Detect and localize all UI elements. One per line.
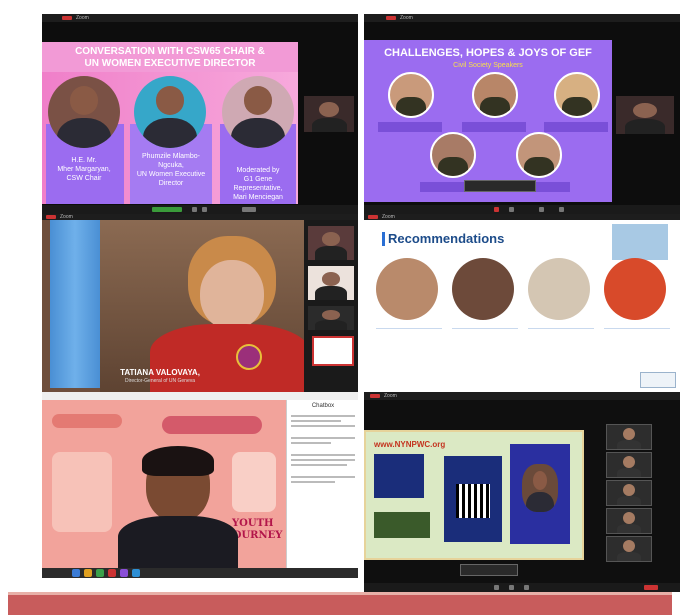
gallery-tile-5[interactable] bbox=[606, 536, 652, 562]
screen-share-indicator[interactable] bbox=[640, 372, 676, 388]
speaker-label-2 bbox=[462, 122, 526, 132]
gallery-thumb-3[interactable] bbox=[308, 306, 354, 330]
share-notice bbox=[464, 180, 536, 192]
zoom-controls-bar bbox=[364, 583, 680, 592]
dock-icon[interactable] bbox=[120, 569, 128, 577]
chat-line bbox=[291, 464, 347, 466]
map-node-left bbox=[52, 452, 112, 532]
gallery-thumb-1[interactable] bbox=[308, 226, 354, 260]
heading-accent bbox=[382, 232, 385, 246]
chat-line bbox=[291, 459, 355, 461]
nynpwc-url: www.NYNPWC.org bbox=[374, 440, 446, 449]
rec-image-1 bbox=[376, 258, 438, 320]
zoom-top-bar: Zoom bbox=[364, 14, 680, 22]
dock-icon[interactable] bbox=[84, 569, 92, 577]
speaker-photo-4 bbox=[430, 132, 476, 178]
tile-youth-journey: YOUTH JOURNEY Chatbox bbox=[42, 392, 358, 578]
speaker3-photo bbox=[222, 76, 294, 148]
qr-code bbox=[456, 484, 490, 518]
tile-conversation-panel: Zoom CONVERSATION WITH CSW65 CHAIR & UN … bbox=[42, 14, 358, 214]
chat-panel[interactable]: Chatbox bbox=[286, 400, 358, 568]
zoom-controls-bar bbox=[42, 205, 358, 214]
presenter-hair bbox=[142, 446, 214, 476]
speaker-photo-5 bbox=[516, 132, 562, 178]
participant-thumbnail[interactable] bbox=[616, 96, 674, 134]
slide-title-line2: UN WOMEN EXECUTIVE DIRECTOR bbox=[84, 58, 256, 69]
rec-image-3 bbox=[528, 258, 590, 320]
tile-nynpwc: Zoom www.NYNPWC.org bbox=[364, 392, 680, 592]
gallery-tile-4[interactable] bbox=[606, 508, 652, 534]
slide2-subtitle: Civil Society Speakers bbox=[453, 62, 523, 69]
dock-icon[interactable] bbox=[108, 569, 116, 577]
flyer-left bbox=[374, 454, 424, 498]
chat-line bbox=[291, 454, 355, 456]
zoom-top-bar: Zoom bbox=[364, 214, 680, 220]
speaker-photo-2 bbox=[472, 72, 518, 118]
speaker1-photo bbox=[48, 76, 120, 148]
presenter-body bbox=[118, 516, 238, 568]
un-flag bbox=[50, 220, 100, 388]
rec-image-2 bbox=[452, 258, 514, 320]
speaker2-photo bbox=[134, 76, 206, 148]
thumb-top-right[interactable] bbox=[612, 224, 668, 260]
speaker2-caption: Phumzile Mlambo- Ngcuka, UN Women Execut… bbox=[136, 153, 206, 187]
mac-dock bbox=[42, 568, 358, 578]
tile-speaker-video: Zoom TATIANA VALOVAYA, Director-General … bbox=[42, 214, 358, 392]
rec-text-4 bbox=[604, 328, 670, 353]
youth-journey-sign-1: YOUTH bbox=[232, 518, 274, 529]
speaker-photo-1 bbox=[388, 72, 434, 118]
map-band-mid bbox=[162, 416, 262, 434]
rec-image-4 bbox=[604, 258, 666, 320]
slide-challenges: CHALLENGES, HOPES & JOYS OF GEF Civil So… bbox=[364, 40, 612, 202]
gallery-tile-3[interactable] bbox=[606, 480, 652, 506]
map-node-right bbox=[232, 452, 276, 512]
flyer-portrait bbox=[522, 464, 558, 512]
speaker-label-3 bbox=[544, 122, 608, 132]
speaker3-caption: Moderated by G1 Gene Representative, Mar… bbox=[233, 167, 283, 201]
speaker-label-1 bbox=[378, 122, 442, 132]
gallery-column bbox=[604, 424, 656, 574]
dock-icon[interactable] bbox=[96, 569, 104, 577]
slide-nynpwc: www.NYNPWC.org bbox=[364, 430, 584, 560]
tile-challenges-panel: Zoom CHALLENGES, HOPES & JOYS OF GEF Civ… bbox=[364, 14, 680, 214]
dock-icon[interactable] bbox=[132, 569, 140, 577]
gallery-tile-1[interactable] bbox=[606, 424, 652, 450]
rec-text-1 bbox=[376, 328, 442, 353]
zoom-controls-bar bbox=[364, 205, 680, 214]
speaker-photo-3 bbox=[554, 72, 600, 118]
chat-line bbox=[291, 420, 341, 422]
gallery-tile-2[interactable] bbox=[606, 452, 652, 478]
gallery-thumb-2[interactable] bbox=[308, 266, 354, 300]
rec-text-2 bbox=[452, 328, 518, 353]
slide2-title: CHALLENGES, HOPES & JOYS OF GEF bbox=[384, 47, 592, 59]
speaker-role: Director-General of UN Geneva bbox=[124, 378, 196, 384]
flyer-left-bottom bbox=[374, 512, 430, 538]
share-notice bbox=[460, 564, 518, 576]
speaker1-caption: H.E. Mr. Mher Margaryan, CSW Chair bbox=[57, 157, 111, 182]
speaker-face bbox=[200, 260, 264, 330]
speaker-nameplate: TATIANA VALOVAYA, bbox=[120, 368, 200, 377]
zoom-top-bar: Zoom bbox=[364, 392, 680, 400]
slide-title-line1: CONVERSATION WITH CSW65 CHAIR & bbox=[75, 46, 265, 57]
chat-line bbox=[291, 476, 355, 478]
recommendations-heading: Recommendations bbox=[388, 231, 505, 246]
chat-line bbox=[291, 481, 335, 483]
chat-line bbox=[291, 442, 331, 444]
participant-thumbnail[interactable] bbox=[304, 96, 354, 132]
slide-conversation: CONVERSATION WITH CSW65 CHAIR & UN WOMEN… bbox=[42, 42, 298, 204]
tile-recommendations: Zoom Recommendations bbox=[364, 214, 680, 392]
chat-line bbox=[291, 425, 355, 427]
chat-line bbox=[291, 437, 355, 439]
rec-text-3 bbox=[528, 328, 594, 353]
chat-panel-title: Chatbox bbox=[311, 403, 335, 409]
zoom-top-bar: Zoom bbox=[42, 14, 358, 22]
photo-flyer bbox=[510, 444, 570, 544]
speaker-brooch bbox=[236, 344, 262, 370]
qr-flyer bbox=[444, 456, 502, 542]
map-band-top bbox=[52, 414, 122, 428]
dock-icon[interactable] bbox=[72, 569, 80, 577]
chat-line bbox=[291, 415, 355, 417]
gallery-thumb-4[interactable] bbox=[312, 336, 354, 366]
